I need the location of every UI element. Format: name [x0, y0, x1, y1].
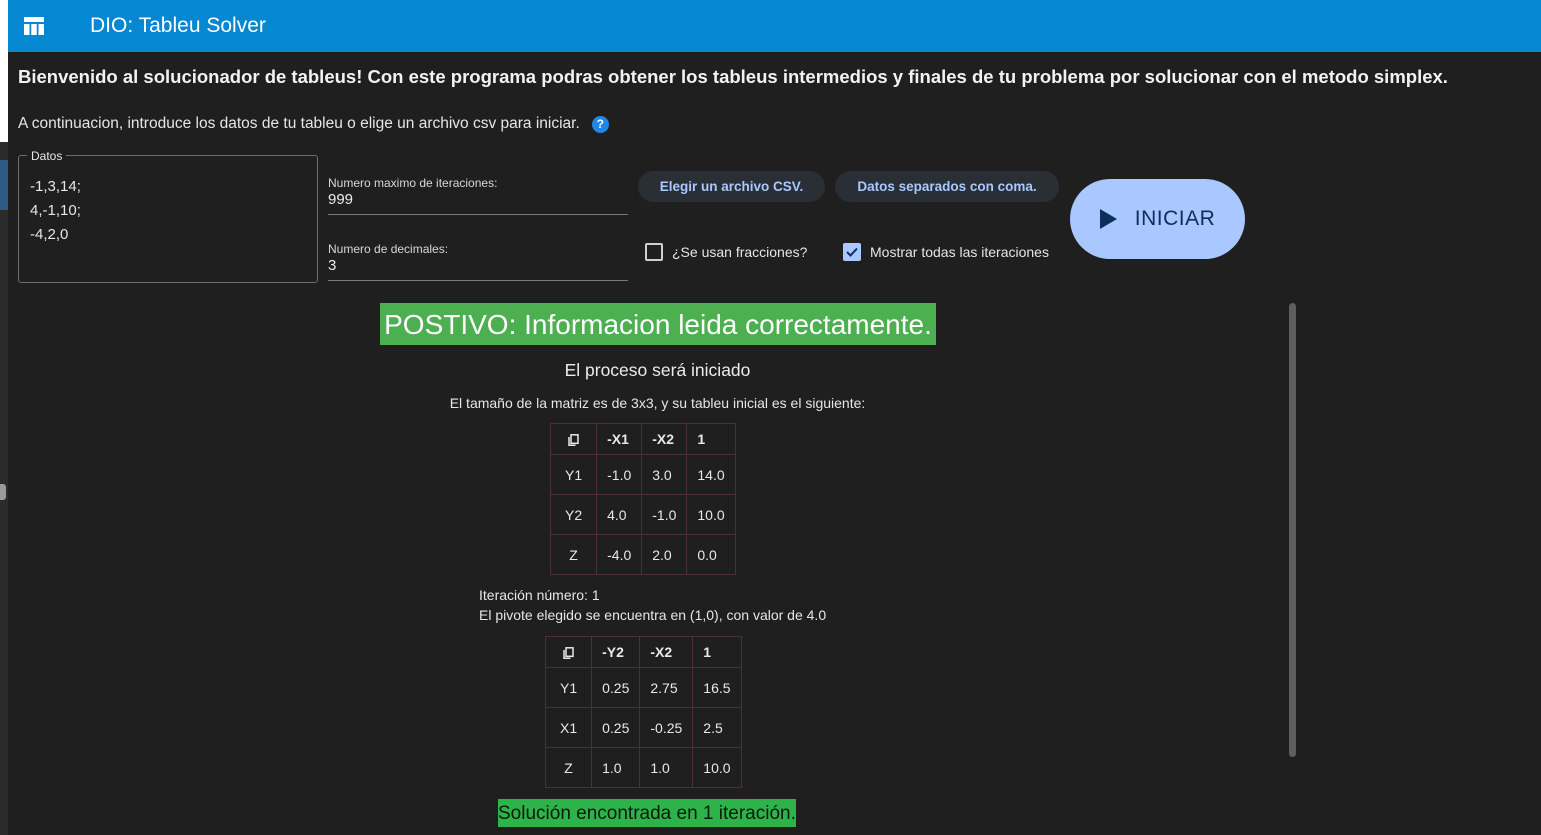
- table-cell: 16.5: [692, 667, 742, 708]
- show-all-iterations-label: Mostrar todas las iteraciones: [870, 244, 1049, 260]
- copy-icon[interactable]: [544, 636, 593, 668]
- table-icon: [24, 17, 44, 35]
- pivot-text: El pivote elegido se encuentra en (1,0),…: [479, 607, 827, 623]
- app-bar: DIO: Tableu Solver: [8, 0, 1541, 52]
- table-row: Z -4.0 2.0 0.0: [549, 534, 736, 575]
- copy-icon[interactable]: [549, 423, 598, 455]
- column-header: -Y2: [591, 636, 641, 668]
- play-icon: [1099, 209, 1117, 229]
- start-button[interactable]: INICIAR: [1070, 179, 1245, 259]
- row-header: X1: [544, 707, 593, 748]
- fractions-label: ¿Se usan fracciones?: [672, 244, 808, 260]
- column-header: -X2: [639, 636, 694, 668]
- max-iterations-field[interactable]: Numero maximo de iteraciones: 999: [328, 168, 628, 215]
- column-header: -X1: [596, 423, 643, 455]
- table-row: Y1 0.25 2.75 16.5: [544, 667, 742, 708]
- table-cell: 10.0: [692, 747, 742, 788]
- datos-value[interactable]: -1,3,14; 4,-1,10; -4,2,0: [30, 175, 81, 247]
- datos-label: Datos: [27, 149, 67, 163]
- process-started-text: El proceso será iniciado: [564, 360, 751, 380]
- table-cell: 2.5: [692, 707, 742, 748]
- checkbox-unchecked-icon[interactable]: [645, 243, 663, 261]
- app-title: DIO: Tableu Solver: [90, 14, 266, 37]
- max-iterations-value[interactable]: 999: [328, 191, 353, 208]
- table-cell: 1.0: [591, 747, 641, 788]
- table-cell: 1.0: [639, 747, 694, 788]
- column-header: 1: [686, 423, 736, 455]
- help-icon[interactable]: ?: [591, 115, 609, 133]
- results-panel: POSTIVO: Informacion leida correctamente…: [330, 303, 985, 835]
- welcome-text: Bienvenido al solucionador de tableus! C…: [18, 66, 1448, 87]
- table-cell: -0.25: [639, 707, 694, 748]
- table-header-row: -X1 -X2 1: [549, 423, 736, 455]
- max-iterations-label: Numero maximo de iteraciones:: [328, 176, 498, 190]
- background-window-edge: [0, 0, 8, 835]
- decimals-field[interactable]: Numero de decimales: 3: [328, 234, 628, 281]
- row-header: Y1: [549, 454, 598, 495]
- table-cell: 2.0: [641, 534, 688, 575]
- datos-textarea[interactable]: Datos -1,3,14; 4,-1,10; -4,2,0: [18, 149, 318, 283]
- initial-tableau: -X1 -X2 1 Y1 -1.0 3.0 14.0 Y2 4.0 -1.0 1…: [549, 423, 736, 575]
- table-row: Y2 4.0 -1.0 10.0: [549, 494, 736, 535]
- column-header: 1: [692, 636, 742, 668]
- table-cell: 4.0: [596, 494, 643, 535]
- table-cell: -1.0: [641, 494, 688, 535]
- decimals-value[interactable]: 3: [328, 257, 336, 274]
- comma-data-button[interactable]: Datos separados con coma.: [835, 171, 1059, 202]
- solution-status-banner: Solución encontrada en 1 iteración.: [498, 799, 796, 827]
- table-cell: 2.75: [639, 667, 694, 708]
- column-header: -X2: [641, 423, 688, 455]
- table-row: Z 1.0 1.0 10.0: [544, 747, 742, 788]
- table-cell: 0.0: [686, 534, 736, 575]
- instruction-text: A continuacion, introduce los datos de t…: [18, 115, 580, 132]
- table-row: X1 0.25 -0.25 2.5: [544, 707, 742, 748]
- table-cell: 14.0: [686, 454, 736, 495]
- choose-csv-button[interactable]: Elegir un archivo CSV.: [638, 171, 825, 202]
- table-cell: 0.25: [591, 707, 641, 748]
- results-scrollbar[interactable]: [1289, 303, 1296, 757]
- table-cell: 0.25: [591, 667, 641, 708]
- table-cell: -4.0: [596, 534, 643, 575]
- row-header: Y2: [549, 494, 598, 535]
- table-cell: 3.0: [641, 454, 688, 495]
- decimals-label: Numero de decimales:: [328, 242, 449, 256]
- table-row: Y1 -1.0 3.0 14.0: [549, 454, 736, 495]
- checkbox-checked-icon[interactable]: [843, 243, 861, 261]
- iteration-1-tableau: -Y2 -X2 1 Y1 0.25 2.75 16.5 X1 0.25 -0.2…: [544, 636, 742, 788]
- fractions-checkbox[interactable]: ¿Se usan fracciones?: [645, 243, 807, 261]
- start-button-label: INICIAR: [1134, 207, 1216, 230]
- row-header: Z: [549, 534, 598, 575]
- row-header: Z: [544, 747, 593, 788]
- table-cell: 10.0: [686, 494, 736, 535]
- show-all-iterations-checkbox[interactable]: Mostrar todas las iteraciones: [843, 243, 1049, 261]
- iteration-number-text: Iteración número: 1: [479, 587, 600, 603]
- matrix-size-text: El tamaño de la matriz es de 3x3, y su t…: [449, 395, 866, 411]
- instruction-row: A continuacion, introduce los datos de t…: [18, 115, 609, 133]
- table-header-row: -Y2 -X2 1: [544, 636, 742, 668]
- table-cell: -1.0: [596, 454, 643, 495]
- positive-status-banner: POSTIVO: Informacion leida correctamente…: [380, 303, 936, 345]
- row-header: Y1: [544, 667, 593, 708]
